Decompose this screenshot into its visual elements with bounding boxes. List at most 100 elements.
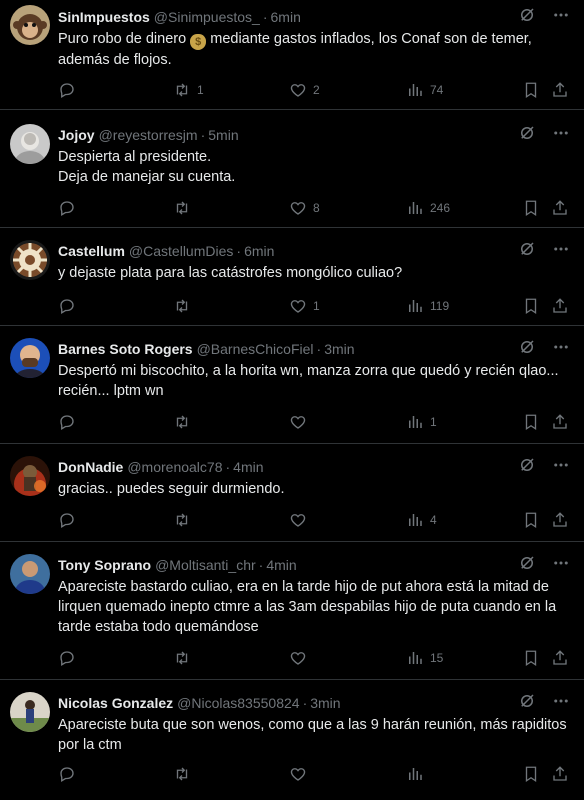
- display-name[interactable]: SinImpuestos: [58, 9, 150, 25]
- username[interactable]: @CastellumDies: [129, 243, 233, 259]
- views-button[interactable]: [406, 764, 430, 784]
- avatar[interactable]: [10, 124, 50, 164]
- display-name[interactable]: Barnes Soto Rogers: [58, 341, 193, 357]
- reply-button[interactable]: [58, 296, 82, 316]
- timestamp[interactable]: 3min: [324, 341, 354, 357]
- reply-button[interactable]: [58, 80, 82, 100]
- bookmark-icon: [525, 766, 537, 783]
- more-options-icon[interactable]: [552, 554, 570, 572]
- like-button[interactable]: 8: [289, 198, 320, 218]
- retweet-button[interactable]: [173, 412, 197, 432]
- bookmark-button[interactable]: [522, 648, 540, 668]
- like-button[interactable]: [289, 510, 313, 530]
- share-button[interactable]: [551, 764, 569, 784]
- display-name[interactable]: DonNadie: [58, 459, 123, 475]
- more-options-icon[interactable]: [552, 240, 570, 258]
- retweet-button[interactable]: 1: [173, 80, 204, 100]
- reply-button[interactable]: [58, 764, 82, 784]
- tweet-jojoy[interactable]: Jojoy @reyestorresjm · 5min Despierta al…: [0, 110, 584, 228]
- like-button[interactable]: [289, 764, 313, 784]
- tweet-text: Apareciste bastardo culiao, era en la ta…: [58, 579, 557, 635]
- views-button[interactable]: 246: [406, 198, 450, 218]
- share-button[interactable]: [551, 80, 569, 100]
- username[interactable]: @Sinimpuestos_: [154, 9, 260, 25]
- avatar[interactable]: [10, 456, 50, 496]
- reply-button[interactable]: [58, 412, 82, 432]
- like-button[interactable]: 1: [289, 296, 320, 316]
- username[interactable]: @reyestorresjm: [99, 127, 198, 143]
- username[interactable]: @Nicolas83550824: [177, 695, 299, 711]
- bookmark-icon: [525, 200, 537, 217]
- reply-icon: [60, 201, 74, 216]
- display-name[interactable]: Castellum: [58, 243, 125, 259]
- grok-icon[interactable]: [518, 240, 536, 258]
- views-button[interactable]: 4: [406, 510, 437, 530]
- timestamp[interactable]: 4min: [266, 557, 296, 573]
- retweet-button[interactable]: [173, 510, 197, 530]
- bookmark-button[interactable]: [522, 296, 540, 316]
- more-options-icon[interactable]: [552, 124, 570, 142]
- grok-icon[interactable]: [518, 692, 536, 710]
- reply-button[interactable]: [58, 648, 82, 668]
- bookmark-button[interactable]: [522, 412, 540, 432]
- timestamp[interactable]: 3min: [310, 695, 340, 711]
- tweet-tony-soprano[interactable]: Tony Soprano @Moltisanti_chr · 4min Apar…: [0, 542, 584, 680]
- bookmark-icon: [525, 82, 537, 99]
- display-name[interactable]: Tony Soprano: [58, 557, 151, 573]
- tweet-castellum[interactable]: Castellum @CastellumDies · 6min y dejast…: [0, 228, 584, 326]
- more-options-icon[interactable]: [552, 692, 570, 710]
- share-button[interactable]: [551, 296, 569, 316]
- bookmark-button[interactable]: [522, 80, 540, 100]
- grok-icon[interactable]: [518, 124, 536, 142]
- tweet-nicolas-gonzalez[interactable]: Nicolas Gonzalez @Nicolas83550824 · 3min…: [0, 680, 584, 800]
- reply-button[interactable]: [58, 510, 82, 530]
- like-button[interactable]: [289, 412, 313, 432]
- timestamp[interactable]: 5min: [208, 127, 238, 143]
- avatar[interactable]: [10, 554, 50, 594]
- retweet-button[interactable]: [173, 296, 197, 316]
- tweet-barnes[interactable]: Barnes Soto Rogers @BarnesChicoFiel · 3m…: [0, 326, 584, 444]
- reply-icon: [60, 299, 74, 314]
- avatar[interactable]: [10, 338, 50, 378]
- share-button[interactable]: [551, 648, 569, 668]
- retweet-icon: [176, 83, 188, 97]
- bookmark-button[interactable]: [522, 510, 540, 530]
- avatar[interactable]: [10, 692, 50, 732]
- timestamp[interactable]: 6min: [244, 243, 274, 259]
- like-button[interactable]: [289, 648, 313, 668]
- bookmark-button[interactable]: [522, 198, 540, 218]
- display-name[interactable]: Jojoy: [58, 127, 95, 143]
- timestamp[interactable]: 4min: [233, 459, 263, 475]
- timestamp[interactable]: 6min: [271, 9, 301, 25]
- bookmark-button[interactable]: [522, 764, 540, 784]
- tweet-donnadie[interactable]: DonNadie @morenoalc78 · 4min gracias.. p…: [0, 444, 584, 542]
- views-button[interactable]: 1: [406, 412, 437, 432]
- avatar[interactable]: [10, 240, 50, 280]
- tweet-sinimpuestos[interactable]: SinImpuestos @Sinimpuestos_ · 6min Puro …: [0, 0, 584, 110]
- grok-icon[interactable]: [518, 6, 536, 24]
- avatar[interactable]: [10, 5, 50, 45]
- retweet-button[interactable]: [173, 648, 197, 668]
- display-name[interactable]: Nicolas Gonzalez: [58, 695, 173, 711]
- reply-button[interactable]: [58, 198, 82, 218]
- views-button[interactable]: 74: [406, 80, 443, 100]
- share-button[interactable]: [551, 198, 569, 218]
- like-button[interactable]: 2: [289, 80, 320, 100]
- username[interactable]: @Moltisanti_chr: [155, 557, 256, 573]
- views-button[interactable]: 119: [406, 296, 449, 316]
- grok-icon[interactable]: [518, 456, 536, 474]
- share-button[interactable]: [551, 412, 569, 432]
- username[interactable]: @BarnesChicoFiel: [197, 341, 314, 357]
- retweet-button[interactable]: [173, 764, 197, 784]
- tweet-actions: 1 119: [58, 296, 572, 316]
- more-options-icon[interactable]: [552, 338, 570, 356]
- share-button[interactable]: [551, 510, 569, 530]
- username[interactable]: @morenoalc78: [127, 459, 222, 475]
- more-options-icon[interactable]: [552, 6, 570, 24]
- grok-icon[interactable]: [518, 554, 536, 572]
- more-options-icon[interactable]: [552, 456, 570, 474]
- grok-icon[interactable]: [518, 338, 536, 356]
- retweet-button[interactable]: [173, 198, 197, 218]
- views-button[interactable]: 15: [406, 648, 443, 668]
- reply-icon: [60, 651, 74, 666]
